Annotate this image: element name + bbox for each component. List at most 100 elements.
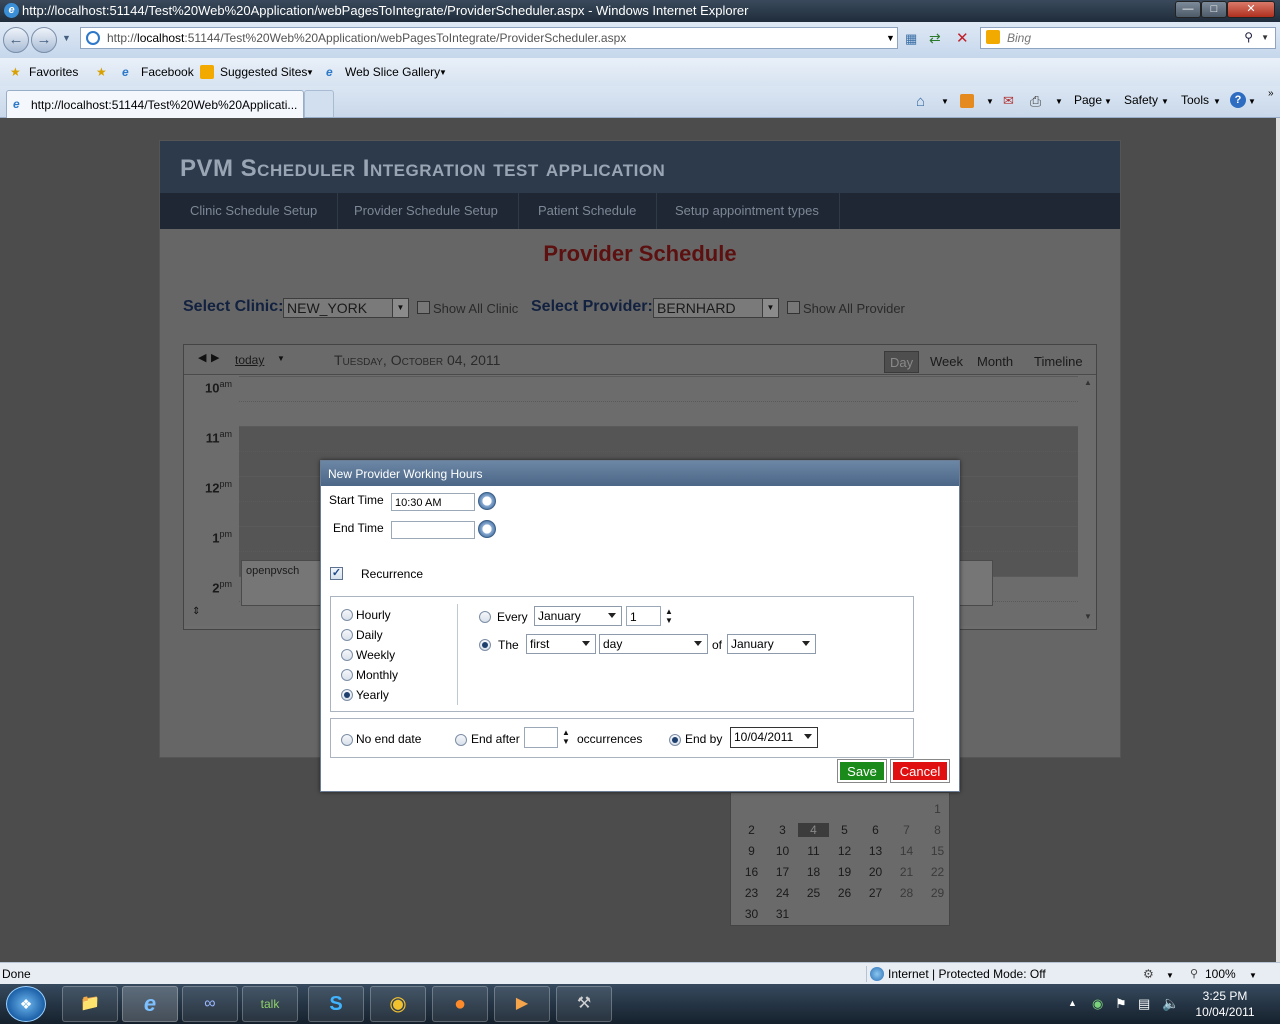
help-dropdown-icon[interactable]: ▼ [1248, 97, 1256, 106]
time-slot[interactable] [239, 401, 1078, 426]
recent-pages-dropdown-icon[interactable]: ▼ [62, 33, 71, 43]
search-input[interactable]: Bing ⚲ ▼ [980, 27, 1276, 49]
feeds-icon[interactable] [960, 94, 974, 108]
zoom-level[interactable]: 100% [1205, 967, 1236, 981]
network-icon[interactable]: ▤ [1138, 996, 1150, 1012]
spin-down-icon[interactable]: ▼ [561, 737, 571, 746]
every-day-input[interactable] [626, 606, 661, 626]
start-button[interactable]: ❖ [6, 986, 46, 1022]
read-mail-icon[interactable]: ✉ [1003, 93, 1014, 109]
spin-up-icon[interactable]: ▲ [664, 607, 674, 616]
forward-button[interactable]: → [31, 27, 57, 53]
toolbar-overflow-icon[interactable]: » [1268, 88, 1274, 99]
today-button[interactable]: today [235, 353, 264, 367]
calendar-day[interactable]: 8 [922, 823, 953, 837]
end-by-date-picker[interactable]: 10/04/2011 [730, 727, 818, 748]
help-icon[interactable]: ? [1230, 92, 1246, 108]
scroll-down-icon[interactable]: ▼ [1084, 612, 1092, 621]
calendar-day[interactable]: 21 [891, 865, 922, 879]
skype-taskbar-icon[interactable]: S [308, 986, 364, 1022]
google-talk-taskbar-icon[interactable]: talk [242, 986, 298, 1022]
cancel-button[interactable]: Cancel [890, 759, 950, 783]
every-month-select[interactable]: January [534, 606, 622, 626]
zone-dropdown-icon[interactable]: ▼ [1166, 971, 1174, 980]
daily-radio[interactable] [341, 629, 353, 641]
calendar-day[interactable]: 18 [798, 865, 829, 879]
calendar-day[interactable]: 11 [798, 844, 829, 858]
scroll-up-icon[interactable]: ▲ [1084, 378, 1092, 387]
search-icon[interactable]: ⚲ [1244, 30, 1253, 44]
calendar-day[interactable]: 14 [891, 844, 922, 858]
day-type-select[interactable]: day [599, 634, 708, 654]
add-favorite-icon[interactable]: ★ [96, 65, 107, 79]
save-button[interactable]: Save [837, 759, 887, 783]
internet-explorer-taskbar-icon[interactable]: e [122, 986, 178, 1022]
chrome-taskbar-icon[interactable]: ◉ [370, 986, 426, 1022]
maximize-button[interactable]: □ [1201, 1, 1227, 18]
calendar-day[interactable]: 27 [860, 886, 891, 900]
calendar-day[interactable]: 31 [767, 907, 798, 921]
calendar-day[interactable]: 12 [829, 844, 860, 858]
web-slice-gallery-link[interactable]: Web Slice Gallery [345, 65, 440, 79]
end-after-input[interactable] [524, 727, 558, 748]
stop-icon[interactable]: ✕ [956, 29, 969, 47]
address-dropdown-icon[interactable]: ▼ [886, 33, 895, 43]
tray-app-icon[interactable]: ◉ [1092, 996, 1103, 1012]
calendar-day[interactable]: 29 [922, 886, 953, 900]
no-end-date-radio[interactable] [341, 734, 353, 746]
resize-handle-icon[interactable]: ⇕ [192, 606, 200, 617]
clock-icon[interactable] [478, 492, 496, 510]
calendar-day[interactable]: 19 [829, 865, 860, 879]
web-slice-dropdown-icon[interactable]: ▼ [439, 68, 447, 77]
calendar-day[interactable]: 6 [860, 823, 891, 837]
home-dropdown-icon[interactable]: ▼ [941, 97, 949, 106]
end-by-radio[interactable] [669, 734, 681, 746]
calendar-day[interactable]: 28 [891, 886, 922, 900]
the-radio[interactable] [479, 639, 491, 651]
calendar-day[interactable]: 23 [736, 886, 767, 900]
monthly-radio[interactable] [341, 669, 353, 681]
view-week-button[interactable]: Week [925, 351, 968, 373]
next-day-icon[interactable]: ▶ [211, 351, 219, 364]
home-icon[interactable]: ⌂ [916, 93, 925, 110]
the-month-select[interactable]: January [727, 634, 816, 654]
facebook-link[interactable]: Facebook [141, 65, 194, 79]
time-slot[interactable] [239, 376, 1078, 401]
address-input[interactable]: http://localhost:51144/Test%20Web%20Appl… [80, 27, 898, 49]
calendar-day[interactable]: 15 [922, 844, 953, 858]
volume-icon[interactable]: 🔈 [1162, 995, 1179, 1012]
end-after-radio[interactable] [455, 734, 467, 746]
clinic-select[interactable]: NEW_YORK ▼ [283, 298, 409, 318]
print-dropdown-icon[interactable]: ▼ [1055, 97, 1063, 106]
new-tab-button[interactable] [304, 90, 334, 117]
calendar-day[interactable]: 7 [891, 823, 922, 837]
start-time-input[interactable] [391, 493, 475, 511]
back-button[interactable]: ← [3, 27, 29, 53]
media-player-taskbar-icon[interactable]: ▶ [494, 986, 550, 1022]
calendar-day[interactable]: 22 [922, 865, 953, 879]
tools-taskbar-icon[interactable]: ⚒ [556, 986, 612, 1022]
calendar-day[interactable]: 1 [922, 802, 953, 816]
page-scrollbar[interactable] [1276, 118, 1280, 962]
ordinal-select[interactable]: first [526, 634, 596, 654]
today-dropdown-icon[interactable]: ▼ [277, 354, 285, 363]
weekly-radio[interactable] [341, 649, 353, 661]
action-center-flag-icon[interactable]: ⚑ [1115, 996, 1127, 1012]
calendar-day[interactable]: 13 [860, 844, 891, 858]
view-month-button[interactable]: Month [972, 351, 1018, 373]
nav-clinic-schedule-setup[interactable]: Clinic Schedule Setup [170, 193, 339, 229]
every-radio[interactable] [479, 611, 491, 623]
recurrence-checkbox[interactable]: ✓ [330, 567, 343, 580]
favorites-button[interactable]: Favorites [29, 65, 78, 79]
calendar-day[interactable]: 10 [767, 844, 798, 858]
spin-down-icon[interactable]: ▼ [664, 616, 674, 625]
calendar-day[interactable]: 3 [767, 823, 798, 837]
feeds-dropdown-icon[interactable]: ▼ [986, 97, 994, 106]
calendar-day[interactable]: 30 [736, 907, 767, 921]
protected-mode-icon[interactable]: ⚙ [1143, 967, 1154, 981]
provider-select[interactable]: BERNHARD ▼ [653, 298, 779, 318]
time-slot[interactable] [239, 426, 1078, 451]
show-all-clinic-checkbox[interactable] [417, 301, 430, 314]
print-icon[interactable]: ⎙ [1030, 93, 1041, 110]
calendar-day[interactable]: 25 [798, 886, 829, 900]
